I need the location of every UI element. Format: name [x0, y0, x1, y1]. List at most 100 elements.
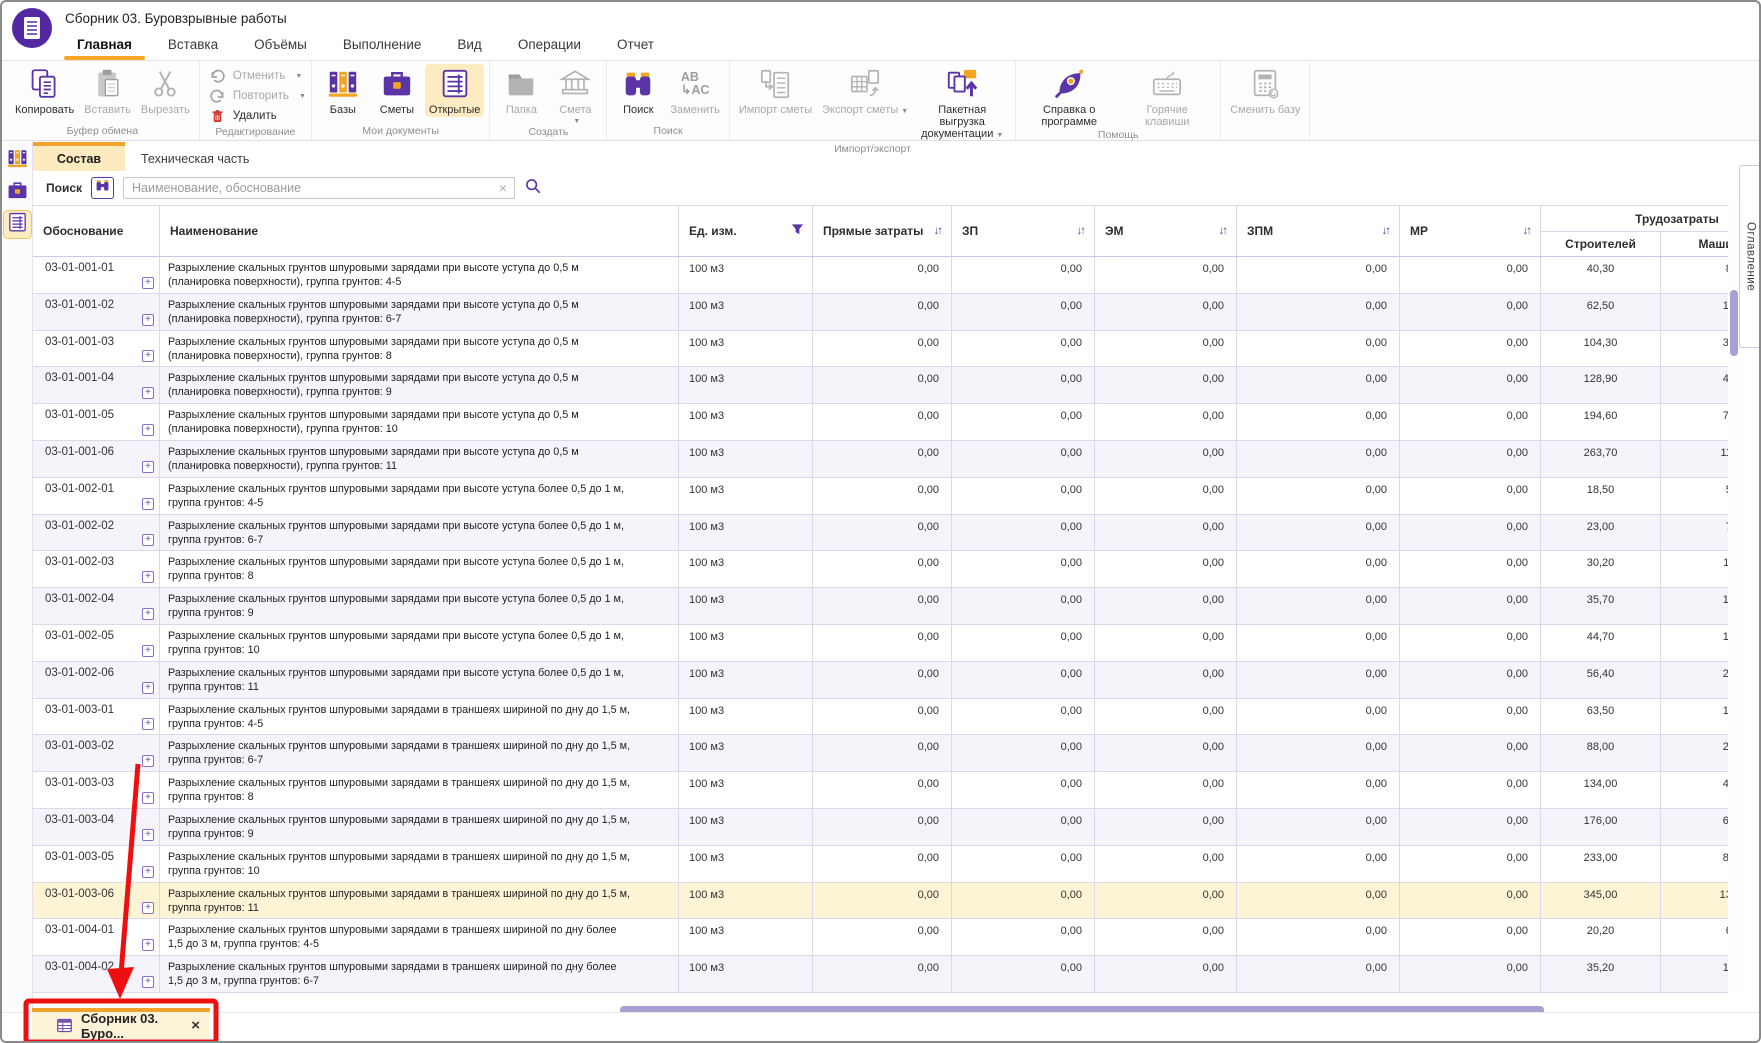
- ribbon-button[interactable]: Отменить▼: [205, 66, 303, 86]
- chevron-down-icon[interactable]: ▼: [573, 118, 580, 125]
- ribbon-button[interactable]: Поиск: [612, 64, 664, 117]
- table-row[interactable]: 03-01-003-01+Разрыхление скальных грунто…: [33, 699, 1739, 736]
- menu-tab[interactable]: Операции: [503, 32, 596, 60]
- menu-tab[interactable]: Объёмы: [239, 32, 322, 60]
- sidebar-item-estimates[interactable]: [4, 179, 31, 206]
- expand-row-button[interactable]: +: [142, 498, 154, 510]
- expand-row-button[interactable]: +: [142, 866, 154, 878]
- ribbon-button[interactable]: Справка о программе: [1021, 64, 1117, 129]
- content-tab[interactable]: Состав: [33, 142, 125, 171]
- table-row[interactable]: 03-01-001-06+Разрыхление скальных грунто…: [33, 441, 1739, 478]
- ribbon-button[interactable]: Повторить▼: [205, 86, 306, 106]
- ribbon-button[interactable]: Горячие клавиши: [1119, 64, 1215, 129]
- table-row[interactable]: 03-01-003-02+Разрыхление скальных грунто…: [33, 735, 1739, 772]
- filter-funnel-icon[interactable]: [791, 223, 804, 239]
- ribbon-button[interactable]: Сметы: [371, 64, 423, 117]
- table-row[interactable]: 03-01-003-03+Разрыхление скальных грунто…: [33, 772, 1739, 809]
- ribbon-button[interactable]: Папка: [495, 64, 547, 117]
- table-row[interactable]: 03-01-002-02+Разрыхление скальных грунто…: [33, 515, 1739, 552]
- expand-row-button[interactable]: +: [142, 314, 154, 326]
- search-input[interactable]: [124, 178, 514, 198]
- expand-row-button[interactable]: +: [142, 571, 154, 583]
- column-header-zpm[interactable]: ЗПМ↓↑: [1237, 206, 1400, 256]
- close-tab-icon[interactable]: ×: [191, 1017, 200, 1034]
- sidebar-item-bases[interactable]: [4, 147, 31, 174]
- ribbon-button[interactable]: Смета▼: [549, 64, 601, 126]
- expand-row-button[interactable]: +: [142, 829, 154, 841]
- menu-tab[interactable]: Вставка: [153, 32, 233, 60]
- column-header-direct-costs[interactable]: Прямые затраты↓↑: [813, 206, 952, 256]
- sort-icon[interactable]: ↓↑: [1219, 225, 1229, 237]
- column-header-code[interactable]: Обоснование: [33, 206, 160, 256]
- table-row[interactable]: 03-01-004-02+Разрыхление скальных грунто…: [33, 956, 1739, 993]
- ribbon-button[interactable]: Открытые: [425, 64, 485, 117]
- ribbon-button[interactable]: Базы: [317, 64, 369, 117]
- clear-search-icon[interactable]: ×: [499, 180, 507, 196]
- menu-tab[interactable]: Главная: [62, 32, 147, 60]
- chevron-down-icon[interactable]: ▼: [901, 108, 908, 115]
- expand-row-button[interactable]: +: [142, 939, 154, 951]
- table-row[interactable]: 03-01-001-04+Разрыхление скальных грунто…: [33, 367, 1739, 404]
- expand-row-button[interactable]: +: [142, 682, 154, 694]
- column-header-unit[interactable]: Ед. изм.: [679, 206, 813, 256]
- toc-side-tab[interactable]: Оглавление: [1739, 165, 1761, 348]
- chevron-down-icon[interactable]: ▼: [996, 132, 1003, 139]
- chevron-down-icon[interactable]: ▼: [295, 73, 302, 80]
- menu-tab[interactable]: Выполнение: [328, 32, 437, 60]
- column-header-builders[interactable]: Строителей: [1541, 232, 1661, 256]
- table-row[interactable]: 03-01-003-06+Разрыхление скальных грунто…: [33, 883, 1739, 920]
- vertical-scrollbar-thumb[interactable]: [1730, 290, 1738, 356]
- ribbon-button[interactable]: Вырезать: [137, 64, 194, 117]
- expand-row-button[interactable]: +: [142, 976, 154, 988]
- ribbon-button[interactable]: Импорт сметы: [735, 64, 816, 117]
- sort-icon[interactable]: ↓↑: [934, 225, 944, 237]
- column-header-name[interactable]: Наименование: [160, 206, 679, 256]
- expand-row-button[interactable]: +: [142, 387, 154, 399]
- sort-icon[interactable]: ↓↑: [1382, 225, 1392, 237]
- column-header-zp[interactable]: ЗП↓↑: [952, 206, 1095, 256]
- sidebar-item-open-documents[interactable]: [4, 211, 31, 238]
- table-row[interactable]: 03-01-002-01+Разрыхление скальных грунто…: [33, 478, 1739, 515]
- expand-row-button[interactable]: +: [142, 534, 154, 546]
- document-tab[interactable]: Сборник 03. Буро... ×: [32, 1008, 210, 1039]
- sort-icon[interactable]: ↓↑: [1077, 225, 1087, 237]
- content-tab[interactable]: Техническая часть: [125, 142, 265, 171]
- expand-row-button[interactable]: +: [142, 350, 154, 362]
- run-search-button[interactable]: [524, 177, 542, 200]
- table-row[interactable]: 03-01-002-03+Разрыхление скальных грунто…: [33, 551, 1739, 588]
- table-row[interactable]: 03-01-003-05+Разрыхление скальных грунто…: [33, 846, 1739, 883]
- table-row[interactable]: 03-01-002-06+Разрыхление скальных грунто…: [33, 662, 1739, 699]
- table-row[interactable]: 03-01-001-03+Разрыхление скальных грунто…: [33, 331, 1739, 368]
- table-row[interactable]: 03-01-003-04+Разрыхление скальных грунто…: [33, 809, 1739, 846]
- column-header-em[interactable]: ЭМ↓↑: [1095, 206, 1237, 256]
- table-row[interactable]: 03-01-002-04+Разрыхление скальных грунто…: [33, 588, 1739, 625]
- ribbon-button[interactable]: Копировать: [11, 64, 78, 117]
- column-header-mr[interactable]: МР↓↑: [1400, 206, 1541, 256]
- search-options-button[interactable]: [91, 177, 114, 199]
- expand-row-button[interactable]: +: [142, 645, 154, 657]
- ribbon-button[interactable]: AB↳ACЗаменить: [666, 64, 723, 117]
- table-row[interactable]: 03-01-001-05+Разрыхление скальных грунто…: [33, 404, 1739, 441]
- expand-row-button[interactable]: +: [142, 277, 154, 289]
- expand-row-button[interactable]: +: [142, 718, 154, 730]
- table-row[interactable]: 03-01-002-05+Разрыхление скальных грунто…: [33, 625, 1739, 662]
- expand-row-button[interactable]: +: [142, 608, 154, 620]
- expand-row-button[interactable]: +: [142, 792, 154, 804]
- ribbon-button[interactable]: Сменить базу: [1226, 64, 1304, 117]
- ribbon-button[interactable]: Вставить: [80, 64, 135, 117]
- menu-tab[interactable]: Вид: [442, 32, 496, 60]
- table-row[interactable]: 03-01-001-02+Разрыхление скальных грунто…: [33, 294, 1739, 331]
- expand-row-button[interactable]: +: [142, 461, 154, 473]
- sort-icon[interactable]: ↓↑: [1523, 225, 1533, 237]
- table-row[interactable]: 03-01-004-01+Разрыхление скальных грунто…: [33, 919, 1739, 956]
- ribbon-button[interactable]: Пакетная выгрузка документации▼: [914, 64, 1010, 143]
- ribbon-button[interactable]: Удалить: [205, 106, 277, 126]
- menu-tab[interactable]: Отчет: [602, 32, 669, 60]
- ribbon-button[interactable]: Экспорт сметы▼: [818, 64, 912, 119]
- expand-row-button[interactable]: +: [142, 755, 154, 767]
- expand-row-button[interactable]: +: [142, 424, 154, 436]
- chevron-down-icon[interactable]: ▼: [299, 93, 306, 100]
- expand-row-button[interactable]: +: [142, 902, 154, 914]
- vertical-scrollbar[interactable]: [1728, 205, 1739, 994]
- table-row[interactable]: 03-01-001-01+Разрыхление скальных грунто…: [33, 257, 1739, 294]
